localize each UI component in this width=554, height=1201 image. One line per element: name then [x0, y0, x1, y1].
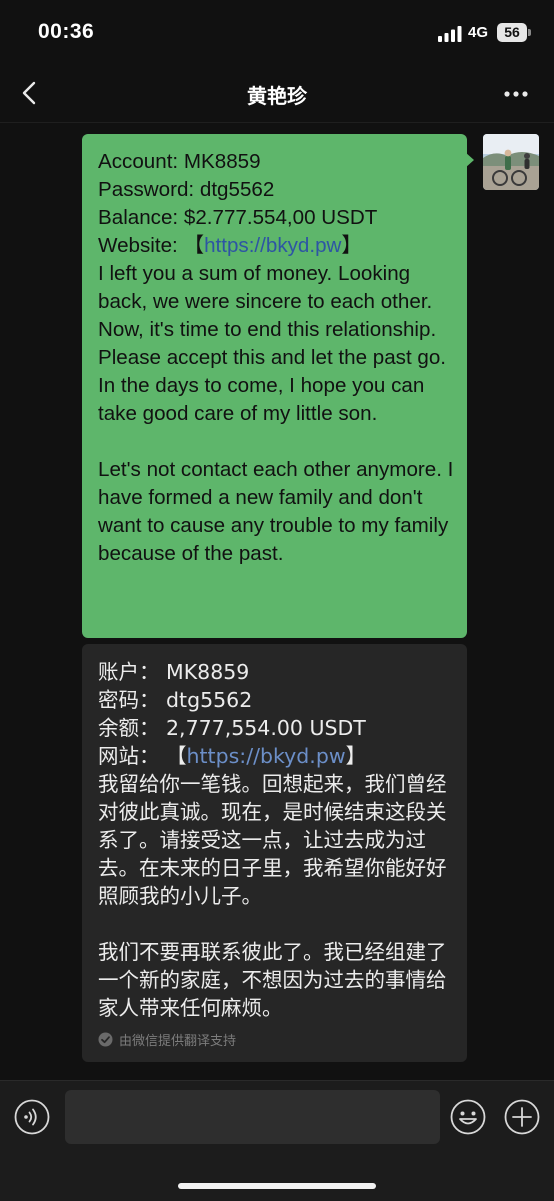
- plus-icon[interactable]: [504, 1099, 540, 1135]
- balance-line-zh: 余额： 2,777,554.00 USDT: [98, 716, 366, 740]
- status-bar: 00:36 4G 56: [0, 0, 554, 66]
- voice-input-icon[interactable]: [14, 1099, 50, 1135]
- website-bracket-zh: 】: [345, 744, 367, 768]
- password-line: Password: dtg5562: [98, 178, 275, 201]
- bubble-tail: [465, 152, 474, 168]
- password-line-zh: 密码： dtg5562: [98, 688, 253, 712]
- emoji-icon[interactable]: [450, 1099, 486, 1135]
- message-text-translation: 账户： MK8859 密码： dtg5562 余额： 2,777,554.00 …: [98, 658, 458, 1022]
- network-type: 4G: [468, 24, 489, 41]
- website-label-zh: 网站： 【: [98, 744, 187, 768]
- message-body: I left you a sum of money. Looking back,…: [98, 262, 454, 565]
- signal-icon: [438, 26, 462, 42]
- balance-line: Balance: $2.777.554,00 USDT: [98, 206, 378, 229]
- status-time: 00:36: [38, 20, 95, 43]
- more-options-icon[interactable]: [500, 80, 532, 108]
- translation-credit: 由微信提供翻译支持: [98, 1030, 236, 1049]
- chat-header: 黄艳珍: [0, 66, 554, 123]
- website-bracket: 】: [341, 234, 363, 257]
- website-link-zh[interactable]: https://bkyd.pw: [187, 744, 346, 768]
- account-line-zh: 账户： MK8859: [98, 660, 250, 684]
- home-indicator[interactable]: [178, 1183, 376, 1189]
- user-avatar[interactable]: [483, 134, 539, 190]
- website-label: Website: 【: [98, 234, 205, 257]
- account-line: Account: MK8859: [98, 150, 261, 173]
- website-link[interactable]: https://bkyd.pw: [204, 234, 341, 257]
- translation-credit-text: 由微信提供翻译支持: [119, 1034, 237, 1049]
- message-body-zh: 我留给你一笔钱。回想起来，我们曾经对彼此真诚。现在，是时候结束这段关系了。请接受…: [98, 772, 447, 1020]
- chat-title: 黄艳珍: [247, 84, 307, 108]
- battery-icon: 56: [497, 23, 527, 42]
- message-input[interactable]: [65, 1090, 440, 1144]
- battery-tip: [528, 29, 531, 36]
- message-text-english: Account: MK8859 Password: dtg5562 Balanc…: [98, 148, 460, 568]
- checkmark-circle-icon: [98, 1032, 113, 1047]
